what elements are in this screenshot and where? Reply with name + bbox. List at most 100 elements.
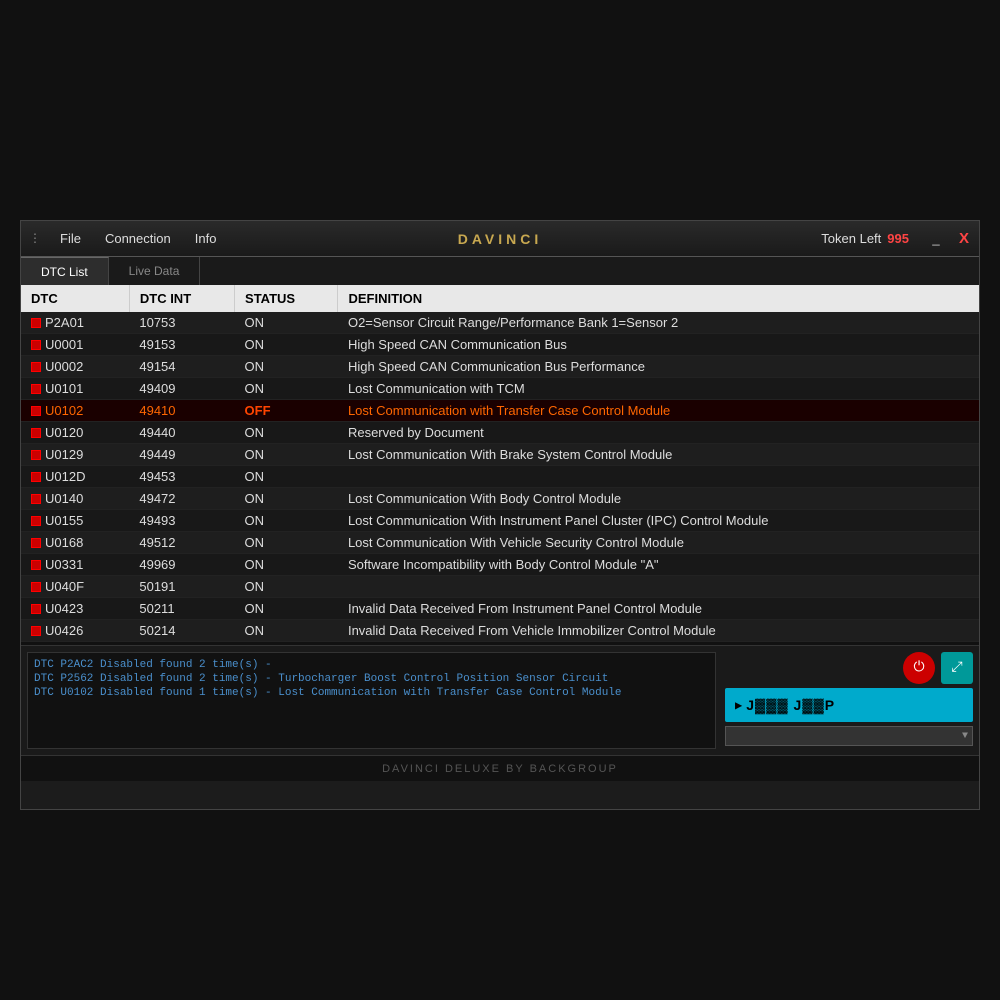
expand-button[interactable]: ⤢ xyxy=(941,652,973,684)
scroll-indicator: ▼ xyxy=(962,731,968,742)
dtc-int: 49153 xyxy=(129,334,234,356)
table-row[interactable]: U015549493ONLost Communication With Inst… xyxy=(21,510,979,532)
table-row[interactable]: U000149153ONHigh Speed CAN Communication… xyxy=(21,334,979,356)
title-bar: ⋮ File Connection Info DAVINCI Token Lef… xyxy=(21,221,979,257)
dtc-code: U0001 xyxy=(45,337,83,352)
dtc-status: ON xyxy=(235,312,338,334)
row-checkbox[interactable] xyxy=(31,516,41,526)
minimize-button[interactable]: _ xyxy=(925,228,947,250)
row-checkbox[interactable] xyxy=(31,472,41,482)
row-checkbox[interactable] xyxy=(31,582,41,592)
dtc-status: ON xyxy=(235,378,338,400)
dtc-status: ON xyxy=(235,620,338,642)
dtc-code: P2A01 xyxy=(45,315,84,330)
close-button[interactable]: X xyxy=(953,228,975,250)
dtc-status: ON xyxy=(235,422,338,444)
dtc-status: ON xyxy=(235,466,338,488)
dtc-status: OFF xyxy=(235,400,338,422)
table-container[interactable]: DTC DTC INT STATUS DEFINITION P2A0110753… xyxy=(21,285,979,645)
dtc-definition: Lost Communication With Body Control Mod… xyxy=(338,488,979,510)
dtc-int: 49512 xyxy=(129,532,234,554)
row-checkbox[interactable] xyxy=(31,450,41,460)
dtc-int: 50211 xyxy=(129,598,234,620)
row-checkbox[interactable] xyxy=(31,428,41,438)
table-row[interactable]: U010149409ONLost Communication with TCM xyxy=(21,378,979,400)
power-icon: ⏻ xyxy=(913,660,924,676)
dtc-code: U0426 xyxy=(45,623,83,638)
row-checkbox[interactable] xyxy=(31,604,41,614)
dtc-code: U012D xyxy=(45,469,85,484)
row-checkbox[interactable] xyxy=(31,406,41,416)
tab-live-data[interactable]: Live Data xyxy=(109,257,201,285)
app-window: ⋮ File Connection Info DAVINCI Token Lef… xyxy=(20,220,980,810)
dtc-code: U0120 xyxy=(45,425,83,440)
dtc-code: U0331 xyxy=(45,557,83,572)
dtc-int: 49453 xyxy=(129,466,234,488)
table-row[interactable]: U014049472ONLost Communication With Body… xyxy=(21,488,979,510)
dtc-status: ON xyxy=(235,444,338,466)
col-status: STATUS xyxy=(235,285,338,312)
dtc-status: ON xyxy=(235,598,338,620)
title-right: Token Left 995 _ X xyxy=(821,228,979,250)
dtc-int: 49154 xyxy=(129,356,234,378)
dtc-code: U040F xyxy=(45,579,84,594)
token-label: Token Left xyxy=(821,231,881,246)
table-row[interactable]: U016849512ONLost Communication With Vehi… xyxy=(21,532,979,554)
col-dtc-int: DTC INT xyxy=(129,285,234,312)
expand-icon: ⤢ xyxy=(951,660,962,676)
dtc-int: 49440 xyxy=(129,422,234,444)
row-checkbox[interactable] xyxy=(31,538,41,548)
row-checkbox[interactable] xyxy=(31,362,41,372)
menu-connection[interactable]: Connection xyxy=(93,227,183,250)
menu-file[interactable]: File xyxy=(48,227,93,250)
dtc-int: 49409 xyxy=(129,378,234,400)
table-row[interactable]: U012D 49453ON xyxy=(21,466,979,488)
dtc-status: ON xyxy=(235,576,338,598)
dtc-int: 50191 xyxy=(129,576,234,598)
table-row[interactable]: P2A01 10753ONO2=Sensor Circuit Range/Perf… xyxy=(21,312,979,334)
dtc-definition: Reserved by Document xyxy=(338,422,979,444)
power-button[interactable]: ⏻ xyxy=(903,652,935,684)
dtc-status: ON xyxy=(235,356,338,378)
col-dtc: DTC xyxy=(21,285,129,312)
table-row[interactable]: U010249410OFFLost Communication with Tra… xyxy=(21,400,979,422)
row-checkbox[interactable] xyxy=(31,560,41,570)
dtc-definition: Lost Communication With Instrument Panel… xyxy=(338,510,979,532)
tab-dtc-list[interactable]: DTC List xyxy=(21,257,109,285)
dtc-definition: Invalid Data Received From Vehicle Immob… xyxy=(338,620,979,642)
row-checkbox[interactable] xyxy=(31,340,41,350)
table-row[interactable]: U042350211ONInvalid Data Received From I… xyxy=(21,598,979,620)
dtc-code: U0168 xyxy=(45,535,83,550)
dtc-definition: O2=Sensor Circuit Range/Performance Bank… xyxy=(338,312,979,334)
row-checkbox[interactable] xyxy=(31,626,41,636)
menu-info[interactable]: Info xyxy=(183,227,229,250)
table-row[interactable]: U012949449ONLost Communication With Brak… xyxy=(21,444,979,466)
dtc-status: ON xyxy=(235,334,338,356)
dtc-status: ON xyxy=(235,488,338,510)
table-row[interactable]: U042650214ONInvalid Data Received From V… xyxy=(21,620,979,642)
dtc-definition xyxy=(338,466,979,488)
table-row[interactable]: U040F 50191ON xyxy=(21,576,979,598)
table-row[interactable]: U0120 49440ONReserved by Document xyxy=(21,422,979,444)
row-checkbox[interactable] xyxy=(31,318,41,328)
dtc-int: 10753 xyxy=(129,312,234,334)
dtc-code: U0102 xyxy=(45,403,83,418)
dtc-code: U0155 xyxy=(45,513,83,528)
row-checkbox[interactable] xyxy=(31,384,41,394)
dtc-status: ON xyxy=(235,554,338,576)
dtc-code: U0423 xyxy=(45,601,83,616)
bottom-area: DTC P2AC2 Disabled found 2 time(s) -DTC … xyxy=(21,645,979,755)
table-row[interactable]: U033149969ONSoftware Incompatibility wit… xyxy=(21,554,979,576)
drag-icon: ⋮ xyxy=(29,231,40,246)
right-panel: ⏻ ⤢ ▶ J▓▓▓ J▓▓P ▼ xyxy=(719,646,979,755)
footer-text: DAVINCI DELUXE BY BACKGROUP xyxy=(382,763,618,775)
log-line: DTC P2AC2 Disabled found 2 time(s) - xyxy=(34,659,709,671)
right-scroll[interactable]: ▼ xyxy=(725,726,973,746)
dtc-status: ON xyxy=(235,510,338,532)
table-row[interactable]: U000249154ONHigh Speed CAN Communication… xyxy=(21,356,979,378)
row-checkbox[interactable] xyxy=(31,494,41,504)
token-value: 995 xyxy=(887,231,909,246)
dtc-table: DTC DTC INT STATUS DEFINITION P2A0110753… xyxy=(21,285,979,642)
dtc-int: 49472 xyxy=(129,488,234,510)
dtc-int: 49449 xyxy=(129,444,234,466)
